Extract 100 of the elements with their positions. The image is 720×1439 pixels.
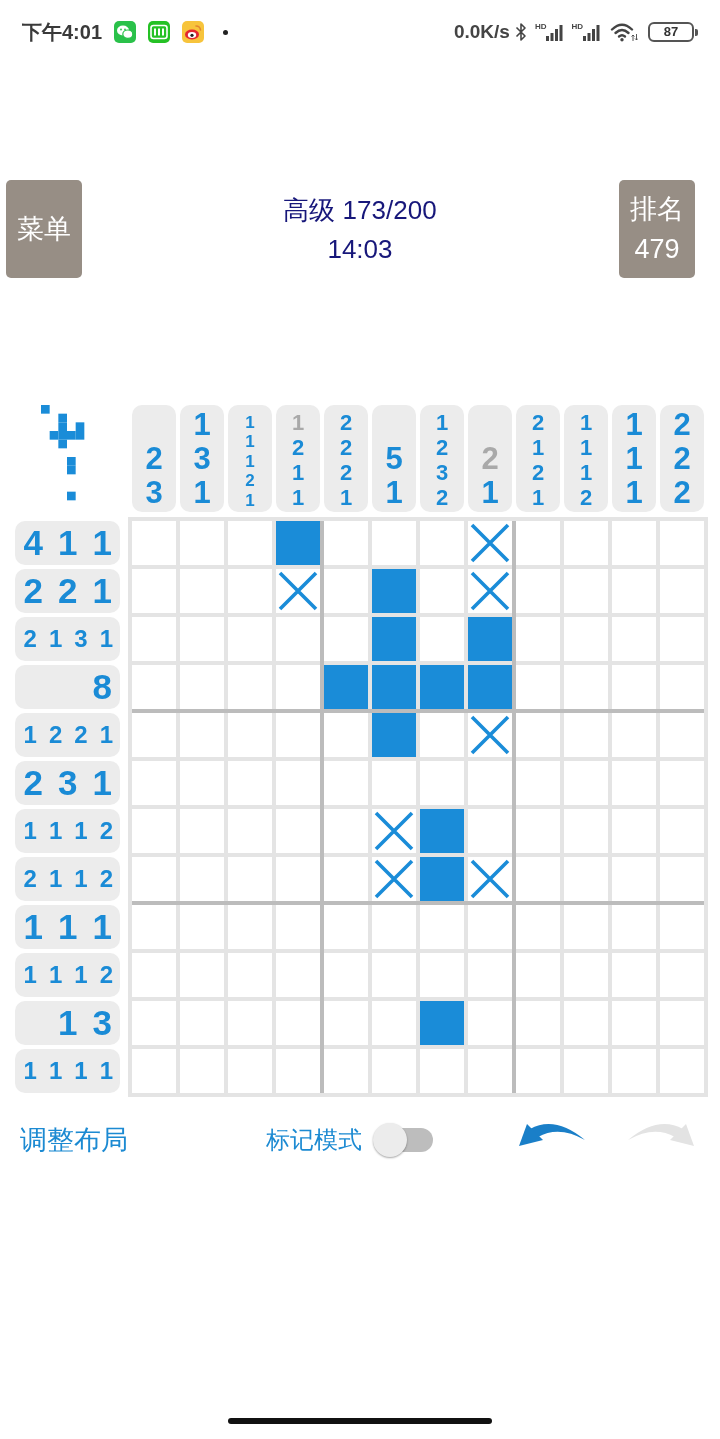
empty-cell[interactable] (612, 1049, 656, 1093)
empty-cell[interactable] (612, 617, 656, 661)
empty-cell[interactable] (372, 1049, 416, 1093)
empty-cell[interactable] (180, 857, 224, 901)
empty-cell[interactable] (516, 569, 560, 613)
empty-cell[interactable] (516, 857, 560, 901)
empty-cell[interactable] (660, 953, 704, 997)
empty-cell[interactable] (132, 713, 176, 757)
empty-cell[interactable] (612, 905, 656, 949)
empty-cell[interactable] (420, 617, 464, 661)
empty-cell[interactable] (228, 905, 272, 949)
empty-cell[interactable] (276, 857, 320, 901)
empty-cell[interactable] (372, 953, 416, 997)
empty-cell[interactable] (612, 953, 656, 997)
empty-cell[interactable] (660, 857, 704, 901)
empty-cell[interactable] (276, 665, 320, 709)
filled-cell[interactable] (372, 665, 416, 709)
empty-cell[interactable] (132, 809, 176, 853)
empty-cell[interactable] (132, 521, 176, 565)
filled-cell[interactable] (420, 857, 464, 901)
empty-cell[interactable] (420, 905, 464, 949)
filled-cell[interactable] (324, 665, 368, 709)
empty-cell[interactable] (420, 521, 464, 565)
empty-cell[interactable] (564, 521, 608, 565)
empty-cell[interactable] (132, 617, 176, 661)
filled-cell[interactable] (468, 665, 512, 709)
empty-cell[interactable] (564, 1049, 608, 1093)
empty-cell[interactable] (324, 809, 368, 853)
empty-cell[interactable] (180, 1001, 224, 1045)
empty-cell[interactable] (516, 665, 560, 709)
ranking-button[interactable]: 排名 479 (619, 180, 695, 278)
empty-cell[interactable] (180, 569, 224, 613)
empty-cell[interactable] (468, 809, 512, 853)
adjust-layout-link[interactable]: 调整布局 (20, 1122, 128, 1158)
empty-cell[interactable] (516, 713, 560, 757)
empty-cell[interactable] (228, 617, 272, 661)
empty-cell[interactable] (660, 1001, 704, 1045)
empty-cell[interactable] (564, 953, 608, 997)
empty-cell[interactable] (324, 857, 368, 901)
empty-cell[interactable] (180, 521, 224, 565)
empty-cell[interactable] (564, 617, 608, 661)
empty-cell[interactable] (660, 569, 704, 613)
empty-cell[interactable] (564, 809, 608, 853)
empty-cell[interactable] (180, 1049, 224, 1093)
empty-cell[interactable] (180, 665, 224, 709)
empty-cell[interactable] (228, 521, 272, 565)
empty-cell[interactable] (516, 1049, 560, 1093)
empty-cell[interactable] (372, 761, 416, 805)
empty-cell[interactable] (612, 713, 656, 757)
empty-cell[interactable] (660, 761, 704, 805)
empty-cell[interactable] (420, 761, 464, 805)
empty-cell[interactable] (276, 617, 320, 661)
empty-cell[interactable] (660, 617, 704, 661)
crossed-cell[interactable] (372, 809, 416, 853)
empty-cell[interactable] (612, 761, 656, 805)
empty-cell[interactable] (660, 809, 704, 853)
empty-cell[interactable] (132, 569, 176, 613)
crossed-cell[interactable] (468, 569, 512, 613)
empty-cell[interactable] (372, 1001, 416, 1045)
empty-cell[interactable] (132, 1049, 176, 1093)
empty-cell[interactable] (132, 665, 176, 709)
menu-button[interactable]: 菜单 (6, 180, 82, 278)
crossed-cell[interactable] (468, 857, 512, 901)
empty-cell[interactable] (228, 953, 272, 997)
empty-cell[interactable] (564, 1001, 608, 1045)
empty-cell[interactable] (660, 1049, 704, 1093)
filled-cell[interactable] (276, 521, 320, 565)
empty-cell[interactable] (228, 569, 272, 613)
empty-cell[interactable] (180, 905, 224, 949)
empty-cell[interactable] (612, 521, 656, 565)
empty-cell[interactable] (516, 953, 560, 997)
filled-cell[interactable] (372, 617, 416, 661)
empty-cell[interactable] (660, 665, 704, 709)
crossed-cell[interactable] (372, 857, 416, 901)
empty-cell[interactable] (516, 617, 560, 661)
empty-cell[interactable] (324, 1001, 368, 1045)
empty-cell[interactable] (324, 761, 368, 805)
crossed-cell[interactable] (276, 569, 320, 613)
empty-cell[interactable] (276, 809, 320, 853)
empty-cell[interactable] (132, 953, 176, 997)
empty-cell[interactable] (132, 761, 176, 805)
empty-cell[interactable] (468, 953, 512, 997)
empty-cell[interactable] (324, 569, 368, 613)
empty-cell[interactable] (468, 1049, 512, 1093)
empty-cell[interactable] (660, 521, 704, 565)
filled-cell[interactable] (420, 1001, 464, 1045)
empty-cell[interactable] (276, 905, 320, 949)
empty-cell[interactable] (564, 857, 608, 901)
crossed-cell[interactable] (468, 713, 512, 757)
empty-cell[interactable] (564, 665, 608, 709)
empty-cell[interactable] (564, 905, 608, 949)
empty-cell[interactable] (612, 569, 656, 613)
empty-cell[interactable] (180, 809, 224, 853)
empty-cell[interactable] (420, 1049, 464, 1093)
empty-cell[interactable] (612, 665, 656, 709)
empty-cell[interactable] (324, 521, 368, 565)
empty-cell[interactable] (276, 1049, 320, 1093)
mark-mode-toggle[interactable] (373, 1122, 433, 1158)
empty-cell[interactable] (612, 1001, 656, 1045)
empty-cell[interactable] (468, 905, 512, 949)
